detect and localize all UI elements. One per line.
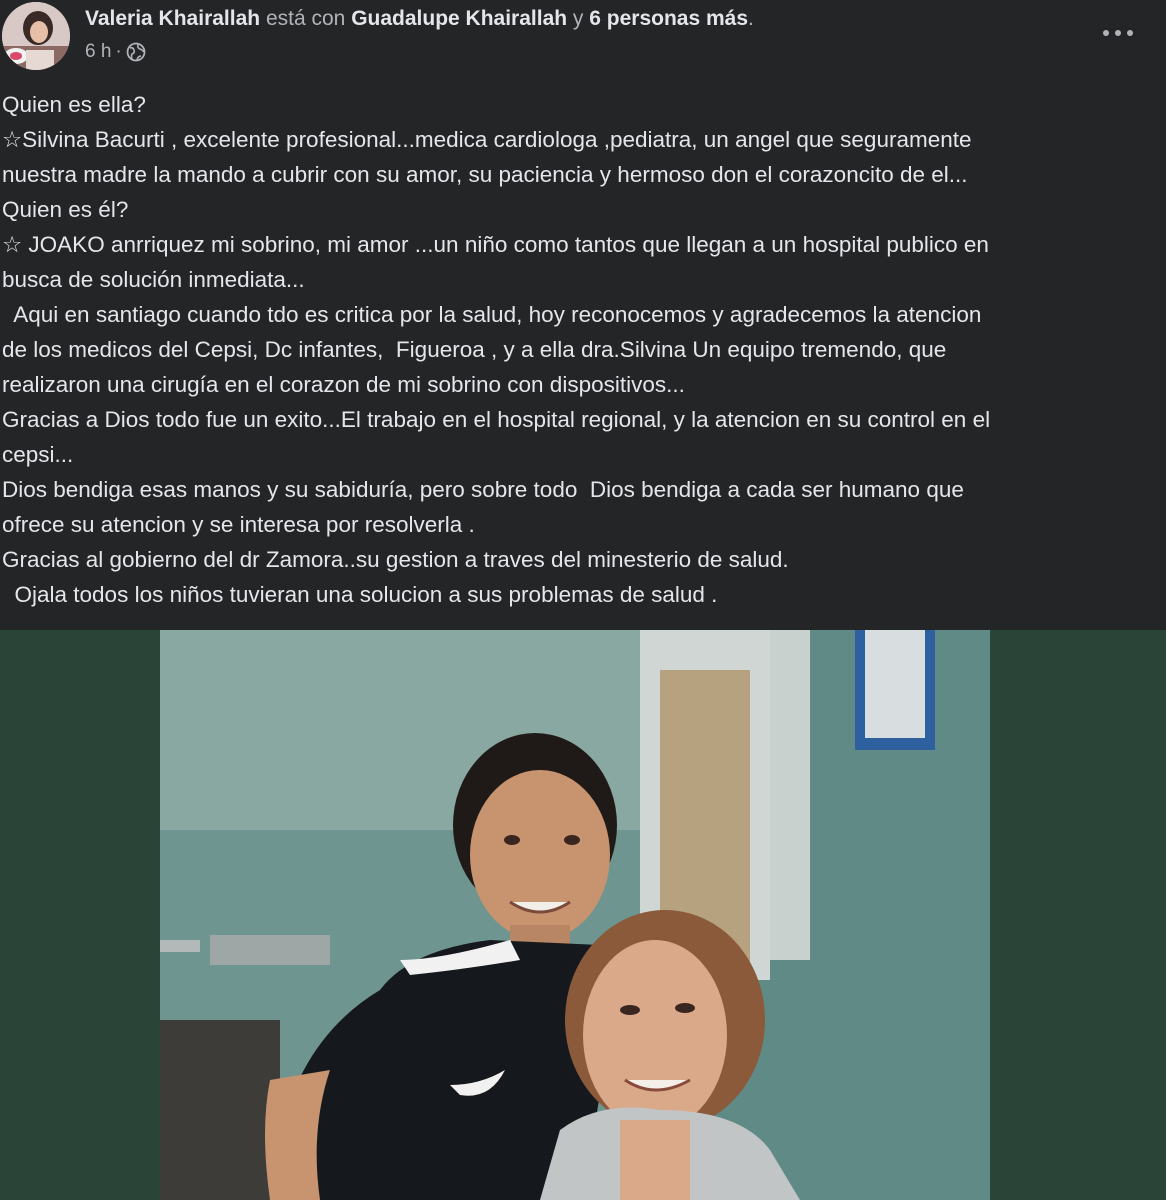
conjunction-text: y bbox=[572, 7, 584, 30]
post-header: Valeria Khairallah está con Guadalupe Kh… bbox=[0, 0, 1166, 78]
post-meta: 6 h · bbox=[85, 40, 146, 64]
post-author-line: Valeria Khairallah está con Guadalupe Kh… bbox=[85, 6, 754, 32]
tagged-person-link[interactable]: Guadalupe Khairallah bbox=[351, 7, 567, 30]
post-text-line: Quien es ella? bbox=[2, 92, 146, 117]
post-text-line: nuestra madre la mando a cubrir con su a… bbox=[2, 162, 968, 187]
author-name-link[interactable]: Valeria Khairallah bbox=[85, 7, 260, 30]
others-link[interactable]: 6 personas más bbox=[589, 7, 748, 30]
globe-icon[interactable] bbox=[126, 42, 146, 62]
post-photo[interactable] bbox=[160, 630, 990, 1200]
post-text-line: Ojala todos los niños tuvieran una soluc… bbox=[2, 582, 718, 607]
post-text-line: Gracias a Dios todo fue un exito...El tr… bbox=[2, 407, 991, 432]
more-dots-icon bbox=[1103, 30, 1133, 36]
author-avatar[interactable] bbox=[2, 2, 70, 70]
meta-separator: · bbox=[115, 41, 122, 62]
post-text-line: cepsi... bbox=[2, 442, 74, 467]
post-text-line: ☆ JOAKO anrriquez mi sobrino, mi amor ..… bbox=[2, 232, 989, 257]
post-text-line: de los medicos del Cepsi, Dc infantes, F… bbox=[2, 337, 947, 362]
post-time-link[interactable]: 6 h bbox=[85, 40, 111, 64]
post-text-line: ofrece su atencion y se interesa por res… bbox=[2, 512, 475, 537]
post-text-line: Quien es él? bbox=[2, 197, 129, 222]
with-text: está con bbox=[265, 7, 346, 30]
post-text-line: ☆Silvina Bacurti , excelente profesional… bbox=[2, 127, 972, 152]
post-text-line: busca de solución inmediata... bbox=[2, 267, 305, 292]
period-text: . bbox=[748, 7, 754, 30]
post-text-line: realizaron una cirugía en el corazon de … bbox=[2, 372, 685, 397]
post-photo-area bbox=[0, 630, 1166, 1200]
post-text-line: Gracias al gobierno del dr Zamora..su ge… bbox=[2, 547, 789, 572]
post-text-line: Dios bendiga esas manos y su sabiduría, … bbox=[2, 477, 964, 502]
avatar-image bbox=[2, 2, 70, 70]
post-message: Quien es ella? ☆Silvina Bacurti , excele… bbox=[2, 87, 1162, 612]
more-options-button[interactable] bbox=[1098, 20, 1138, 46]
post-text-line: Aqui en santiago cuando tdo es critica p… bbox=[2, 302, 982, 327]
facebook-post: Valeria Khairallah está con Guadalupe Kh… bbox=[0, 0, 1166, 1200]
